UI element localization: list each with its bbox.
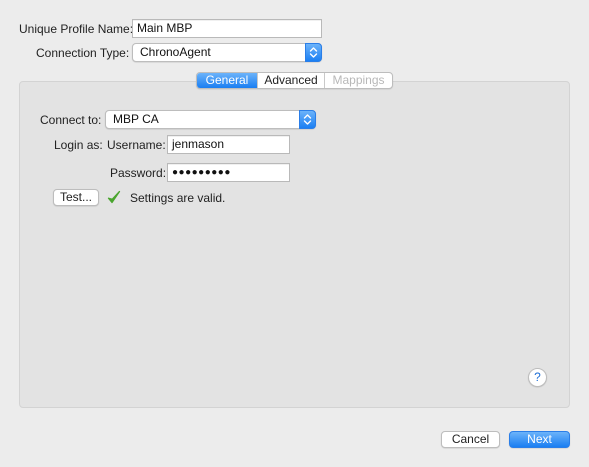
profile-name-input[interactable]: Main MBP [132,19,322,38]
settings-panel [19,81,570,408]
tab-advanced[interactable]: Advanced [257,73,324,88]
connect-to-value: MBP CA [113,112,159,126]
connect-to-chevron-icon [299,110,316,129]
status-text: Settings are valid. [130,191,226,205]
checkmark-icon [107,190,121,208]
connection-type-chevron-icon [305,43,322,62]
login-as-label: Login as: [54,138,103,152]
cancel-button[interactable]: Cancel [441,431,500,448]
next-button[interactable]: Next [509,431,570,448]
tab-bar: General Advanced Mappings [196,72,393,89]
profile-name-label: Unique Profile Name: [19,22,134,36]
connect-to-label: Connect to: [40,113,102,127]
tab-general[interactable]: General [197,73,257,88]
password-label: Password: [110,166,167,180]
username-label: Username: [107,138,166,152]
password-input[interactable]: ●●●●●●●●● [167,163,290,182]
connection-type-value: ChronoAgent [140,45,211,59]
test-button[interactable]: Test... [53,189,99,206]
tab-mappings: Mappings [324,73,392,88]
help-button[interactable]: ? [528,368,547,387]
connection-type-select[interactable]: ChronoAgent [132,43,322,62]
connection-type-label: Connection Type: [36,46,130,60]
username-input[interactable]: jenmason [167,135,290,154]
connect-to-select[interactable]: MBP CA [105,110,316,129]
